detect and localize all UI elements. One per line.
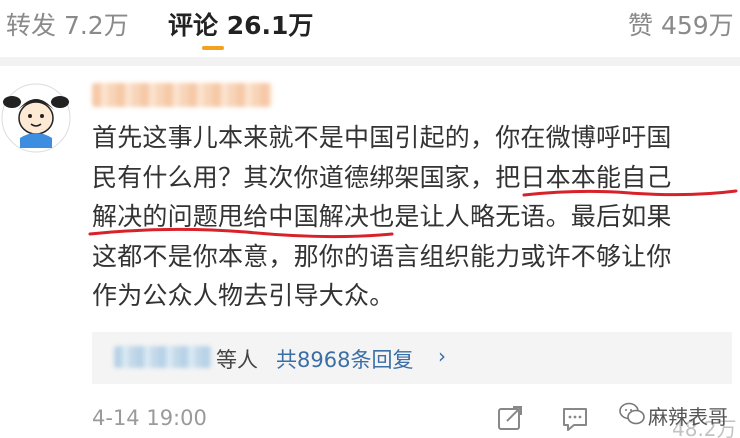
comment-line: 也是让人略无语。最后如果 — [369, 202, 672, 231]
username-blurred[interactable] — [92, 83, 272, 107]
red-underline — [522, 189, 738, 197]
comment-line: 民有什么用？其次你道德绑架国家， — [92, 162, 496, 192]
share-icon[interactable] — [495, 403, 525, 433]
red-underline — [88, 227, 394, 239]
avatar[interactable] — [0, 82, 72, 154]
reply-count-link[interactable]: 共8968条回复 — [276, 344, 413, 374]
tab-like[interactable]: 赞 459万 — [628, 6, 734, 42]
tab-bar: 转发 7.2万 评论 26.1万 赞 459万 — [0, 0, 740, 56]
tab-comment[interactable]: 评论 26.1万 — [168, 6, 313, 42]
comment-line: 作为公众人物去引导大众。 — [92, 281, 395, 310]
comment-timestamp: 4-14 19:00 — [92, 406, 207, 430]
comment-line: 首先这事儿本来就不是中国引起的，你在微博呼吁国 — [92, 123, 672, 152]
reply-icon[interactable] — [560, 403, 590, 433]
active-tab-indicator — [202, 46, 224, 50]
watermark-text: 麻辣表哥 — [648, 405, 728, 429]
comment-body: 首先这事儿本来就不是中国引起的，你在微博呼吁国 民有什么用？其次你道德绑架国家，… — [92, 118, 732, 316]
reply-users-suffix: 等人 — [216, 348, 258, 372]
section-divider — [0, 57, 740, 66]
reply-summary[interactable]: 等人 共8968条回复 › — [92, 332, 732, 384]
reply-users-blurred — [114, 346, 212, 368]
tab-repost[interactable]: 转发 7.2万 — [6, 6, 129, 42]
wechat-icon — [619, 402, 645, 425]
chevron-right-icon: › — [438, 344, 446, 368]
